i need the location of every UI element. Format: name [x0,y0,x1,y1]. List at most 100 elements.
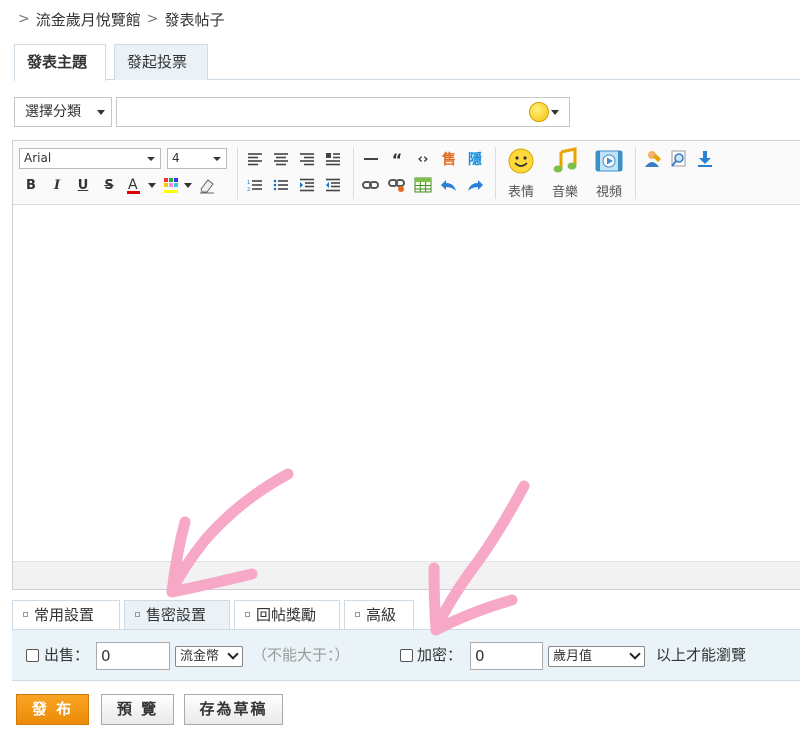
tab-sell-encrypt-settings-label: 售密設置 [146,606,207,624]
user-icon[interactable] [643,149,663,169]
toolbar-divider [635,147,636,199]
editor-resize-handle[interactable] [13,561,800,589]
video-button[interactable]: 視頻 [591,147,627,200]
category-select-label: 選擇分類 [25,104,81,120]
tab-reply-reward[interactable]: 回帖獎勵 [234,600,340,630]
chevron-down-icon [213,157,221,165]
post-type-tabs: 發表主題 發起投票 [14,44,800,81]
encrypt-currency-select[interactable]: 歲月值 [548,646,645,667]
sell-price-input[interactable]: 0 [96,642,170,670]
horizontal-rule-icon[interactable] [361,149,381,169]
chevron-down-icon[interactable] [183,175,193,195]
encrypt-currency-value: 歲月值 [553,649,593,664]
encrypt-value-input[interactable]: 0 [470,642,543,670]
post-editor: Arial 4 B I U S A 1 2 “ ‹› 售 隱 表情 音樂 視頻 [12,140,800,590]
svg-text:A: A [128,177,138,193]
encrypt-hint: 以上才能瀏覽 [656,646,747,664]
editor-content-area[interactable] [13,205,800,561]
align-left-icon[interactable] [245,149,265,169]
unordered-list-icon[interactable] [271,175,291,195]
chevron-down-icon [97,110,105,119]
code-icon[interactable]: ‹› [413,149,433,169]
smiley-icon [529,102,549,122]
breadcrumb: > 流金歲月悅覽館 > 發表帖子 [18,8,225,30]
tab-new-topic[interactable]: 發表主題 [14,44,106,81]
svg-text:2: 2 [247,187,250,192]
sell-max-hint: （不能大于：） [252,646,350,664]
italic-icon[interactable]: I [47,175,67,195]
eraser-icon[interactable] [197,175,217,195]
tab-advanced[interactable]: 高級 [344,600,414,630]
font-color-icon[interactable]: A [125,175,145,195]
bullet-icon [355,612,360,617]
sell-currency-select[interactable]: 流金幣 [175,646,243,667]
chevron-down-icon [147,157,155,165]
subject-input[interactable] [116,97,570,127]
music-note-icon [553,147,577,173]
tab-advanced-label: 高級 [366,606,397,624]
toolbar-divider [237,147,238,199]
breadcrumb-current: 發表帖子 [164,10,225,29]
sell-encrypt-options: 出售： 0 流金幣 （不能大于：） 加密： 0 歲月值 以上才能瀏覽 [12,629,800,681]
emoticons-button[interactable]: 表情 [503,147,539,200]
sell-checkbox[interactable] [26,649,39,662]
link-icon[interactable] [361,175,381,195]
tab-common-settings-label: 常用設置 [34,606,95,624]
bold-icon[interactable]: B [21,175,41,195]
bullet-icon [135,612,140,617]
search-tool-icon[interactable] [669,149,689,169]
undo-icon[interactable] [439,175,459,195]
float-icon[interactable] [323,149,343,169]
save-draft-button[interactable]: 存為草稿 [184,694,283,725]
tab-reply-reward-label: 回帖獎勵 [256,606,317,624]
submit-button[interactable]: 發 布 [16,694,89,725]
tab-sell-encrypt-settings[interactable]: 售密設置 [124,600,230,630]
font-size-select[interactable]: 4 [167,148,227,169]
subject-emoji-picker[interactable] [529,102,559,122]
bullet-icon [245,612,250,617]
sell-currency-value: 流金幣 [180,649,220,664]
encrypt-checkbox[interactable] [400,649,413,662]
toolbar-divider [353,147,354,199]
tab-new-poll[interactable]: 發起投票 [114,44,208,80]
download-icon[interactable] [695,149,715,169]
align-center-icon[interactable] [271,149,291,169]
quote-icon[interactable]: “ [387,149,407,169]
font-family-value: Arial [24,151,52,165]
video-icon [595,150,623,172]
sell-icon[interactable]: 售 [439,149,459,169]
settings-tabs: 常用設置 售密設置 回帖獎勵 高級 [12,600,800,630]
redo-icon[interactable] [465,175,485,195]
unlink-icon[interactable] [387,175,407,195]
align-right-icon[interactable] [297,149,317,169]
outdent-icon[interactable] [323,175,343,195]
background-color-icon[interactable] [161,175,181,195]
music-button[interactable]: 音樂 [547,147,583,200]
strikethrough-icon[interactable]: S [99,175,119,195]
breadcrumb-separator: > [146,11,159,27]
video-label: 視頻 [595,185,622,200]
sell-label: 出售： [44,646,90,664]
smiley-icon [508,148,534,174]
breadcrumb-forum-link[interactable]: 流金歲月悅覽館 [36,9,141,30]
breadcrumb-separator: > [18,11,30,27]
chevron-down-icon[interactable] [147,175,157,195]
chevron-down-icon [629,648,641,660]
hide-icon-label: 隱 [468,152,482,168]
underline-icon[interactable]: U [73,175,93,195]
emoticons-label: 表情 [507,185,534,200]
indent-icon[interactable] [297,175,317,195]
editor-toolbar: Arial 4 B I U S A 1 2 “ ‹› 售 隱 表情 音樂 視頻 [13,141,800,205]
table-icon[interactable] [413,175,433,195]
font-family-select[interactable]: Arial [19,148,161,169]
toolbar-divider [495,147,496,199]
tab-common-settings[interactable]: 常用設置 [12,600,120,630]
font-size-value: 4 [172,151,180,165]
category-select[interactable]: 選擇分類 [14,97,112,127]
sell-icon-label: 售 [442,152,456,168]
hide-icon[interactable]: 隱 [465,149,485,169]
ordered-list-icon[interactable]: 12 [245,175,265,195]
chevron-down-icon [227,648,239,660]
preview-button[interactable]: 預 覽 [101,694,174,725]
bullet-icon [23,612,28,617]
